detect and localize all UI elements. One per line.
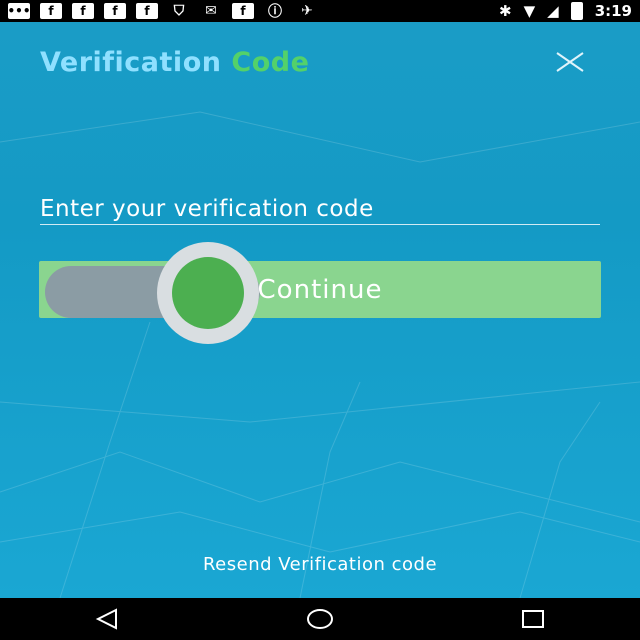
- wifi-icon: ▼: [523, 2, 536, 20]
- notification-icons: ••• f f f f ⛉ ✉ f ⓘ ✈: [7, 3, 318, 20]
- satellite-icon: ✈: [301, 3, 313, 19]
- continue-button[interactable]: Continue: [39, 261, 601, 318]
- info-icon: ⓘ: [268, 4, 282, 20]
- facebook-icon: f: [72, 3, 94, 19]
- back-button[interactable]: [77, 598, 137, 640]
- mail-icon: ✉: [205, 3, 217, 19]
- status-bar: ••• f f f f ⛉ ✉ f ⓘ ✈ ✱ ▼ ◢ 3:19: [0, 0, 640, 22]
- page-title: Verification Code: [40, 47, 309, 78]
- recents-button[interactable]: [503, 598, 563, 640]
- title-code: Code: [231, 47, 310, 78]
- facebook-icon: f: [104, 3, 126, 19]
- system-icons: ✱ ▼ ◢ 3:19: [499, 2, 632, 20]
- bluetooth-icon: ✱: [499, 2, 512, 20]
- slider-knob-center: [172, 257, 244, 329]
- continue-label: Continue: [257, 274, 383, 305]
- recents-icon: [522, 610, 545, 628]
- facebook-icon: f: [40, 3, 62, 19]
- battery-icon: [570, 2, 583, 20]
- slide-to-continue-knob[interactable]: [157, 242, 259, 344]
- signal-icon: ◢: [547, 2, 559, 20]
- facebook-icon: f: [136, 3, 158, 19]
- close-icon: [556, 52, 584, 72]
- verification-code-input[interactable]: [40, 194, 600, 225]
- close-button[interactable]: [552, 44, 588, 80]
- title-verification: Verification: [40, 47, 222, 78]
- back-icon: [95, 608, 117, 630]
- shield-icon: ⛉: [173, 3, 185, 19]
- message-icon: •••: [7, 3, 31, 19]
- home-button[interactable]: [290, 598, 350, 640]
- facebook-icon: f: [232, 3, 254, 19]
- verification-screen: Verification Code Continue Resend Verifi…: [0, 22, 640, 598]
- home-icon: [306, 609, 333, 629]
- navigation-bar: [0, 598, 640, 640]
- status-time: 3:19: [594, 2, 632, 20]
- resend-code-link[interactable]: Resend Verification code: [0, 554, 640, 575]
